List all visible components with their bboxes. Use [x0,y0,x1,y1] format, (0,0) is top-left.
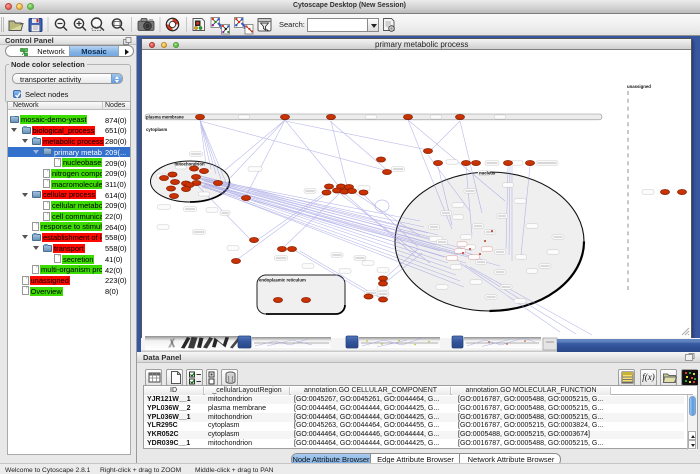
svg-text:plasma membrane: plasma membrane [146,115,184,120]
svg-text:unassigned: unassigned [627,84,651,89]
svg-text:cytoplasm: cytoplasm [146,127,167,132]
svg-text:mitochondrion: mitochondrion [175,162,205,167]
svg-text:nucleus: nucleus [479,171,496,176]
svg-text:endoplasmic reticulum: endoplasmic reticulum [259,278,306,283]
